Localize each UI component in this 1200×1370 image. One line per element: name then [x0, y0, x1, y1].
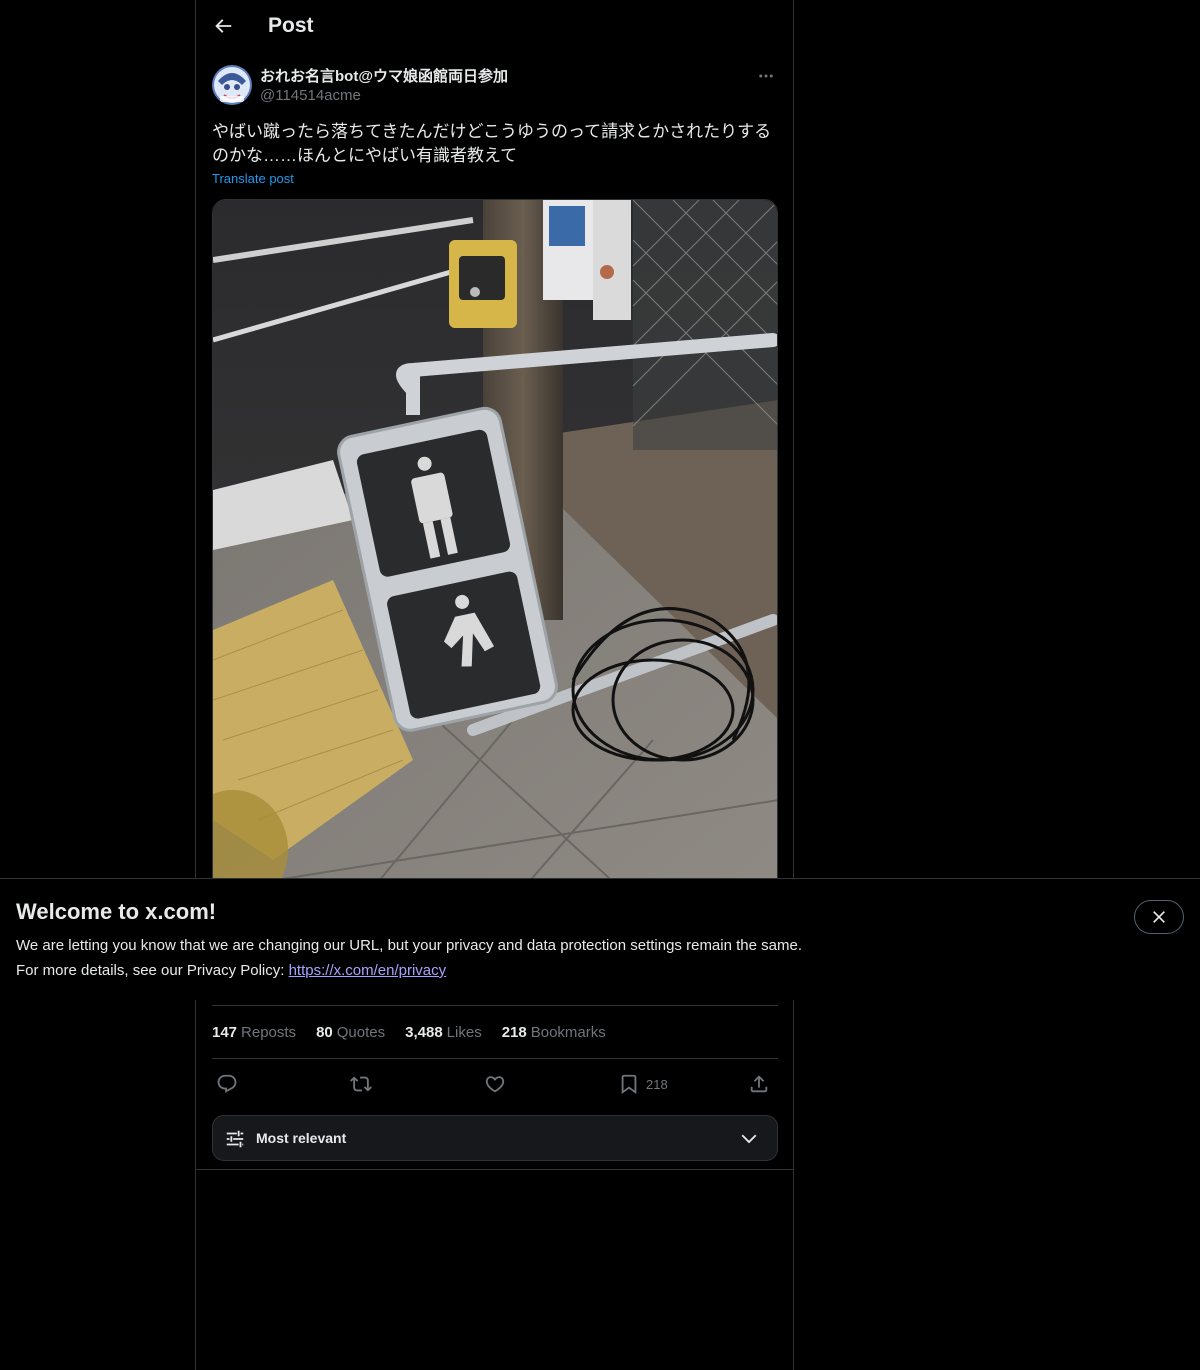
like-icon: [485, 1076, 505, 1093]
likes-stat[interactable]: 3,488 Likes: [405, 1024, 482, 1041]
like-button[interactable]: [484, 1072, 506, 1096]
banner-text-line: We are letting you know that we are chan…: [16, 937, 802, 954]
divider: [196, 1169, 793, 1170]
share-icon: [750, 1075, 768, 1093]
reposts-stat[interactable]: 147 Reposts: [212, 1024, 296, 1041]
reposts-label: Reposts: [241, 1023, 297, 1041]
page-title: Post: [268, 14, 314, 37]
avatar[interactable]: [212, 65, 252, 105]
pedestrian-signal-photo: [213, 200, 777, 898]
banner-text-line: For more details, see our Privacy Policy…: [16, 962, 446, 979]
back-arrow-icon: [215, 19, 232, 33]
reply-icon: [217, 1074, 237, 1093]
sort-sliders-icon: [226, 1130, 244, 1148]
post-photo[interactable]: [212, 199, 778, 899]
likes-count: 3,488: [405, 1023, 443, 1041]
close-icon: [1153, 911, 1165, 923]
more-icon: [759, 74, 773, 78]
translate-post-link[interactable]: Translate post: [212, 171, 294, 186]
post-text-line: やばい蹴ったら落ちてきたんだけどこうゆうのって請求とかされたりする: [212, 122, 772, 141]
quotes-label: Quotes: [336, 1023, 386, 1041]
post-text: やばい蹴ったら落ちてきたんだけどこうゆうのって請求とかされたりする のかな……ほ…: [212, 120, 777, 168]
banner-title: Welcome to x.com!: [16, 899, 217, 924]
likes-label: Likes: [446, 1023, 482, 1041]
post-actions: 218: [212, 1060, 778, 1108]
bookmark-icon: [621, 1074, 637, 1095]
sort-label: Most relevant: [256, 1130, 347, 1146]
bookmark-count: 218: [646, 1076, 668, 1092]
quotes-count: 80: [316, 1023, 333, 1041]
close-banner-button[interactable]: [1134, 900, 1184, 934]
post-stats: 147 Reposts 80 Quotes 3,488 Likes 218 Bookma…: [212, 1005, 778, 1059]
welcome-banner: Welcome to x.com! We are letting you kno…: [0, 878, 1200, 1000]
privacy-policy-link[interactable]: https://x.com/en/privacy: [289, 962, 447, 979]
chevron-down-icon: [741, 1134, 757, 1144]
bookmark-button[interactable]: 218: [618, 1072, 668, 1096]
bookmarks-label: Bookmarks: [530, 1023, 606, 1041]
reposts-count: 147: [212, 1023, 238, 1041]
back-button[interactable]: [212, 15, 234, 37]
repost-icon: [350, 1076, 372, 1092]
post-header: Post: [196, 0, 793, 54]
reply-button[interactable]: [216, 1072, 238, 1096]
user-handle[interactable]: @114514acme: [260, 87, 361, 104]
repost-button[interactable]: [350, 1072, 372, 1096]
banner-text-prefix: For more details, see our Privacy Policy…: [16, 962, 289, 979]
quotes-stat[interactable]: 80 Quotes: [316, 1024, 385, 1041]
share-button[interactable]: [748, 1072, 770, 1096]
sort-replies-dropdown[interactable]: Most relevant: [212, 1115, 778, 1161]
post-author: おれお名言bot@ウマ娘函館両日参加 @114514acme: [212, 63, 777, 107]
more-button[interactable]: [755, 65, 777, 87]
bookmarks-count: 218: [501, 1023, 527, 1041]
post-text-line: のかな……ほんとにやばい有識者教えて: [212, 146, 518, 165]
main-column: Post おれお名言bot@ウマ娘函館両日参加 @114514acme やばい蹴…: [195, 0, 794, 1370]
display-name[interactable]: おれお名言bot@ウマ娘函館両日参加: [260, 65, 508, 86]
bookmarks-stat[interactable]: 218 Bookmarks: [502, 1024, 606, 1041]
